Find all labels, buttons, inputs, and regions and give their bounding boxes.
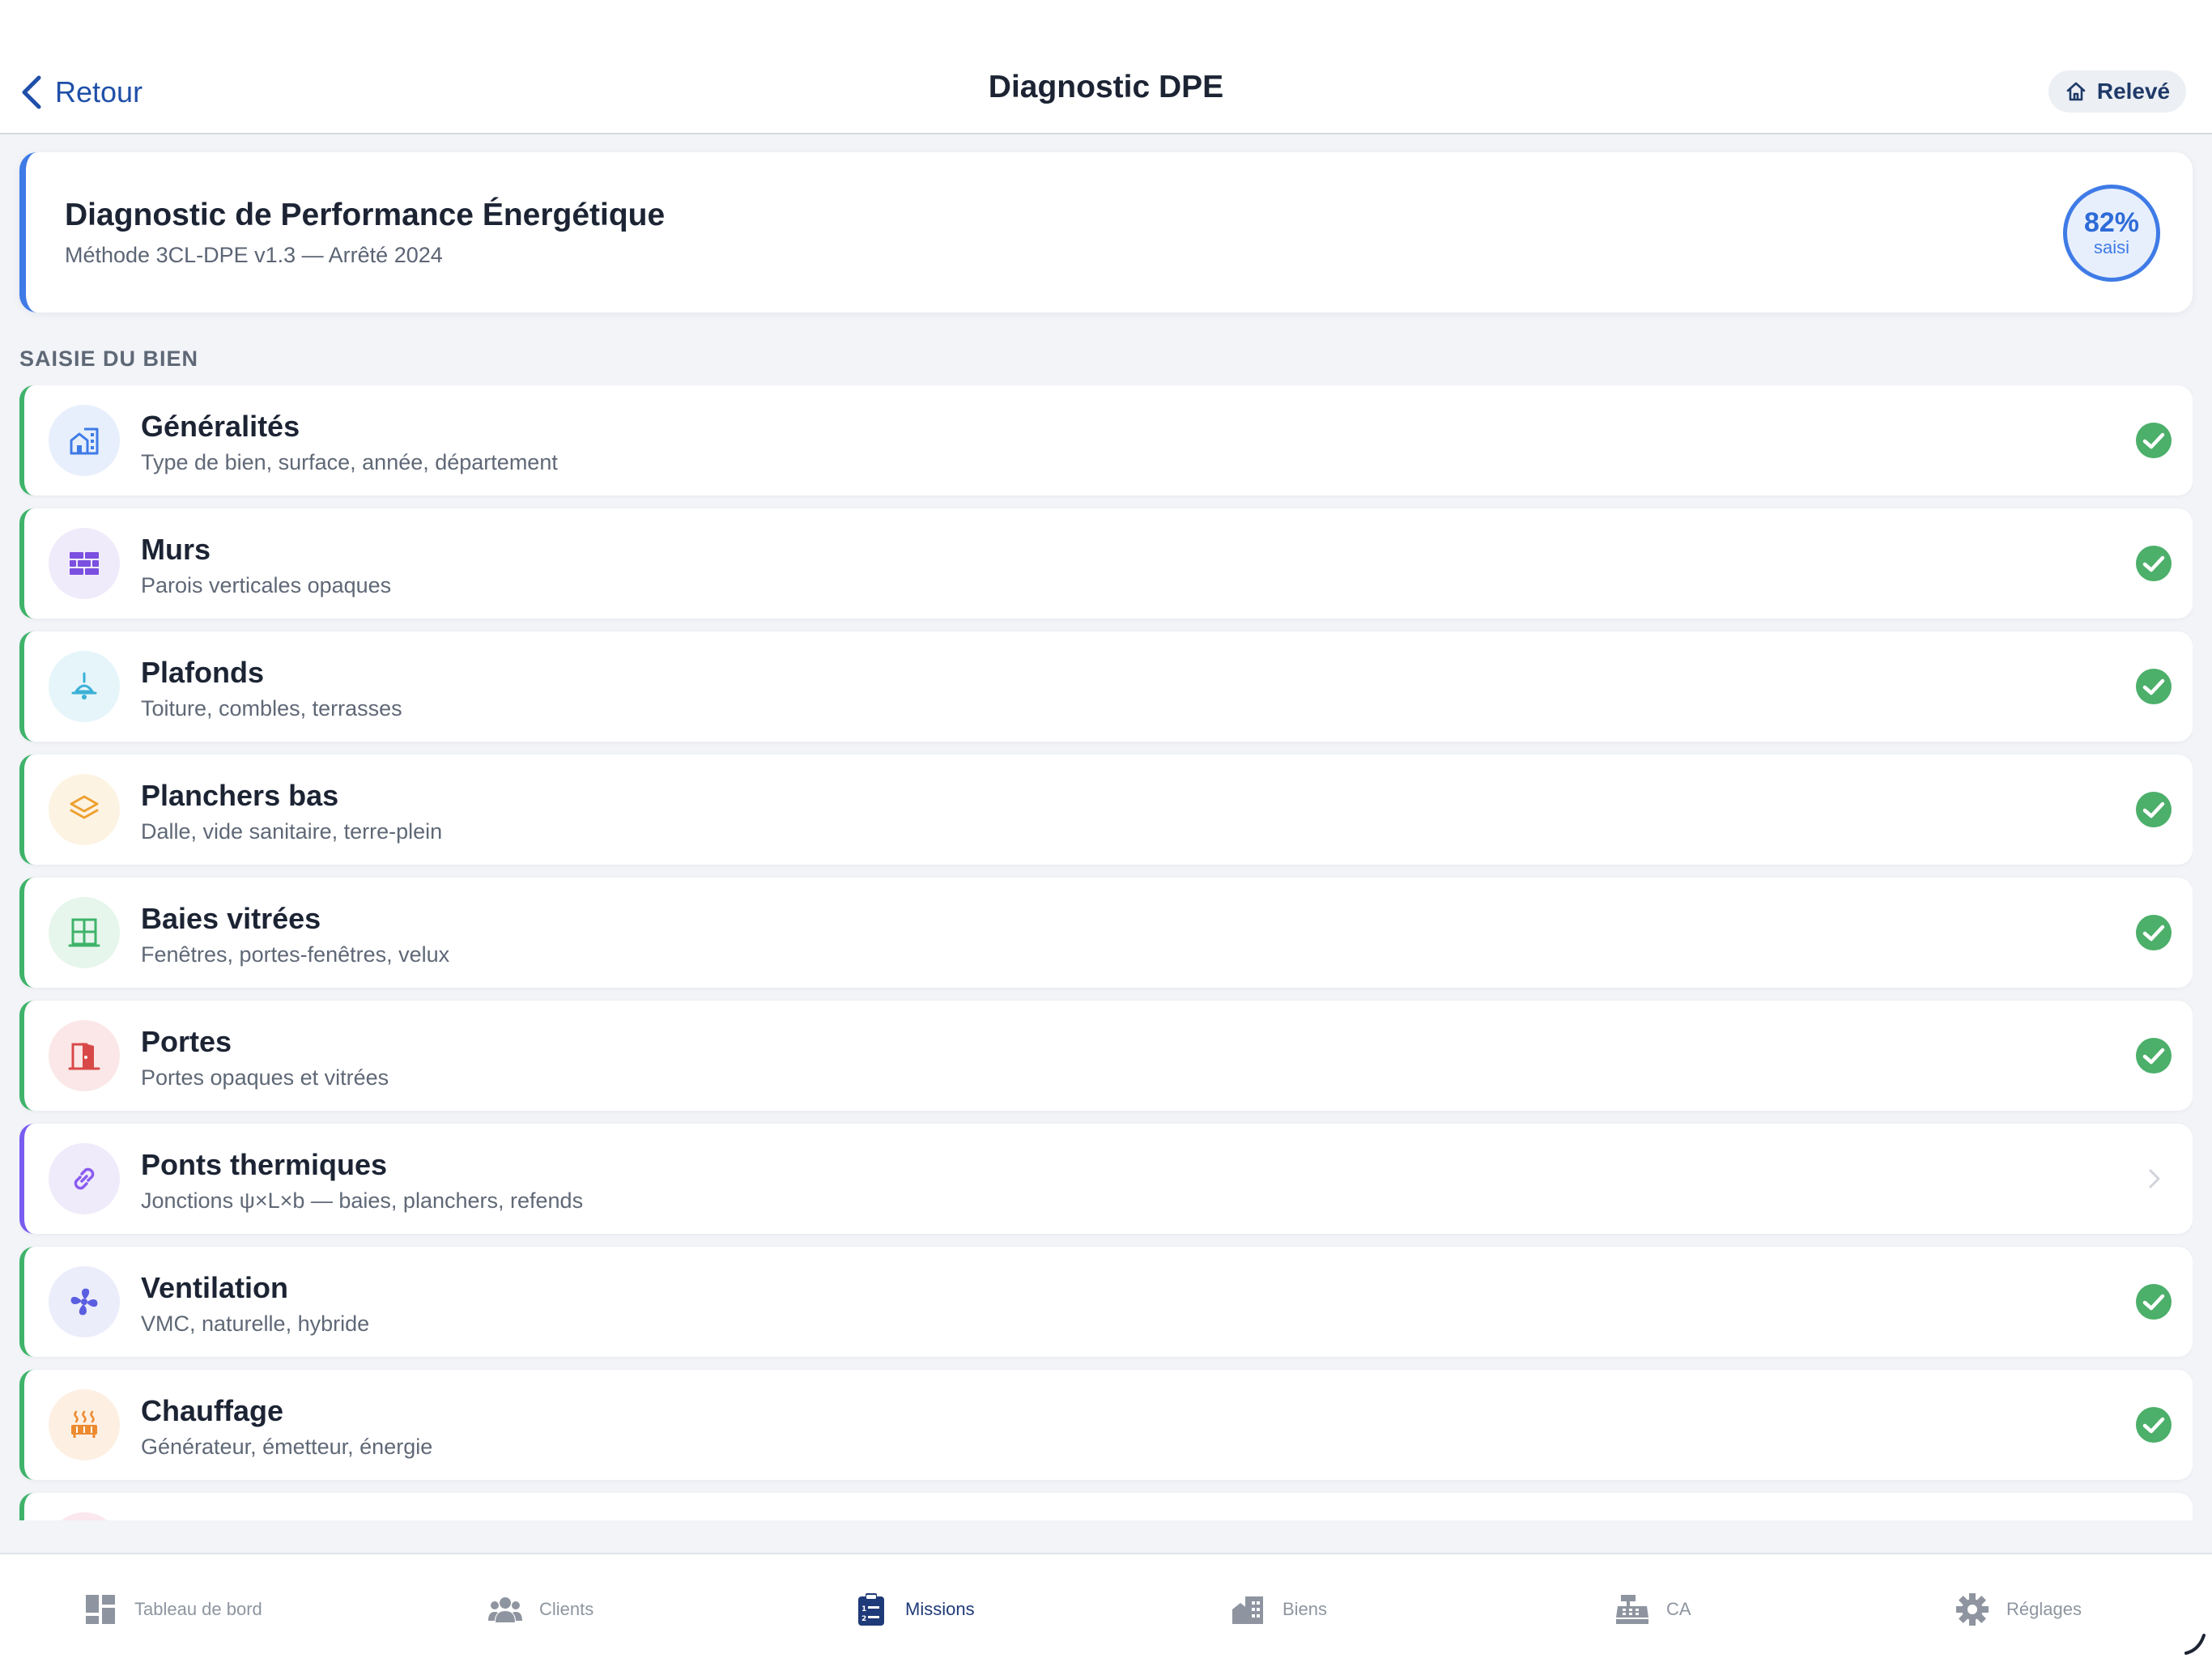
section-subtitle: Générateur, émetteur, énergie — [141, 1435, 433, 1459]
section-row-window[interactable]: Baies vitrées Fenêtres, portes-fenêtres,… — [19, 878, 2193, 988]
home-icon — [2066, 82, 2086, 101]
tab-label: CA — [1666, 1599, 1691, 1619]
scroll-indicator — [2184, 1634, 2206, 1655]
check-circle-icon — [2134, 1036, 2173, 1075]
page-title: Diagnostic DPE — [988, 70, 1224, 104]
tab-dashboard[interactable]: Tableau de bord — [83, 1590, 262, 1629]
window-icon — [49, 897, 120, 968]
heater-icon — [49, 1389, 120, 1460]
completion-percentage: 82% — [2083, 207, 2140, 238]
check-circle-icon — [2134, 421, 2173, 460]
section-subtitle: Portes opaques et vitrées — [141, 1065, 389, 1090]
section-title: Portes — [141, 1025, 232, 1058]
tab-label: Biens — [1283, 1599, 1328, 1619]
tab-label: Clients — [539, 1599, 594, 1619]
check-circle-icon — [2134, 544, 2173, 583]
section-row-ceiling-lamp[interactable]: Plafonds Toiture, combles, terrasses — [19, 631, 2193, 742]
section-subtitle: Toiture, combles, terrasses — [141, 696, 402, 721]
section-list: Généralités Type de bien, surface, année… — [19, 385, 2193, 1520]
section-row-brick-wall[interactable]: Murs Parois verticales opaques — [19, 508, 2193, 619]
section-title: Murs — [141, 533, 211, 566]
section-title: Planchers bas — [141, 779, 339, 812]
section-title: Baies vitrées — [141, 902, 321, 935]
releve-label: Relevé — [2096, 79, 2171, 104]
tab-users[interactable]: Clients — [487, 1590, 593, 1629]
section-title: Plafonds — [141, 656, 265, 689]
layers-icon — [49, 774, 120, 845]
dashboard-icon — [86, 1595, 115, 1624]
section-row-fan[interactable]: Ventilation VMC, naturelle, hybride — [19, 1247, 2193, 1357]
ceiling-lamp-icon — [49, 651, 120, 722]
section-title: Ponts thermiques — [141, 1148, 388, 1181]
section-row-door[interactable]: Portes Portes opaques et vitrées — [19, 1001, 2193, 1111]
check-circle-icon — [2134, 790, 2173, 829]
section-subtitle: Dalle, vide sanitaire, terre-plein — [141, 819, 443, 844]
section-subtitle: Parois verticales opaques — [141, 573, 392, 597]
section-subtitle: Jonctions ψ×L×b — baies, planchers, refe… — [141, 1188, 584, 1213]
link-icon — [49, 1143, 120, 1214]
door-icon — [49, 1020, 120, 1091]
svg-text:2: 2 — [861, 1615, 866, 1623]
tab-cash-register[interactable]: CA — [1614, 1590, 1691, 1629]
tab-gear[interactable]: Réglages — [1955, 1590, 2082, 1629]
section-subtitle: Fenêtres, portes-fenêtres, velux — [141, 942, 450, 967]
top-navigation-bar: Retour Diagnostic DPE Relevé — [0, 0, 2212, 134]
tab-label: Tableau de bord — [134, 1599, 262, 1619]
buildings-icon — [1232, 1596, 1263, 1624]
section-subtitle: Type de bien, surface, année, départemen… — [141, 450, 558, 474]
section-title: Chauffage — [141, 1394, 284, 1427]
section-subtitle: VMC, naturelle, hybride — [141, 1312, 370, 1336]
tab-label: Missions — [905, 1599, 975, 1619]
check-circle-icon — [2134, 1282, 2173, 1321]
chevron-right-icon — [2134, 1159, 2173, 1198]
cash-register-icon — [1616, 1595, 1648, 1624]
diagnostic-summary-card: Diagnostic de Performance Énergétique Mé… — [19, 152, 2193, 312]
section-title: Généralités — [141, 410, 300, 443]
section-title: Ventilation — [141, 1271, 289, 1304]
tab-label: Réglages — [2006, 1599, 2082, 1619]
section-row-partial[interactable] — [19, 1493, 2193, 1520]
section-row-layers[interactable]: Planchers bas Dalle, vide sanitaire, ter… — [19, 755, 2193, 865]
clipboard-icon: 12 — [858, 1593, 884, 1626]
completion-label: saisi — [2093, 237, 2129, 257]
fan-icon — [49, 1266, 120, 1337]
tab-buildings[interactable]: Biens — [1231, 1590, 1327, 1629]
completion-progress-badge: 82% saisi — [2063, 185, 2160, 282]
building-icon — [49, 405, 120, 476]
tab-clipboard[interactable]: 12 Missions — [853, 1590, 975, 1629]
gear-icon — [1956, 1593, 1989, 1626]
diagnostic-title: Diagnostic de Performance Énergétique — [65, 198, 666, 232]
section-icon — [49, 1512, 120, 1520]
brick-wall-icon — [49, 528, 120, 599]
section-heading: SAISIE DU BIEN — [19, 346, 199, 371]
check-circle-icon — [2134, 667, 2173, 706]
diagnostic-method: Méthode 3CL-DPE v1.3 — Arrêté 2024 — [65, 243, 443, 267]
check-circle-icon — [2134, 913, 2173, 952]
section-row-link[interactable]: Ponts thermiques Jonctions ψ×L×b — baies… — [19, 1124, 2193, 1234]
section-row-building[interactable]: Généralités Type de bien, surface, année… — [19, 385, 2193, 495]
svg-text:1: 1 — [861, 1605, 866, 1613]
check-circle-icon — [2134, 1405, 2173, 1444]
releve-button[interactable]: Relevé — [2048, 70, 2186, 113]
bottom-tab-bar: Tableau de bord Clients 1 2 Missions Biens… — [0, 1553, 2212, 1658]
users-icon — [488, 1597, 522, 1622]
section-row-heater[interactable]: Chauffage Générateur, émetteur, énergie — [19, 1370, 2193, 1480]
